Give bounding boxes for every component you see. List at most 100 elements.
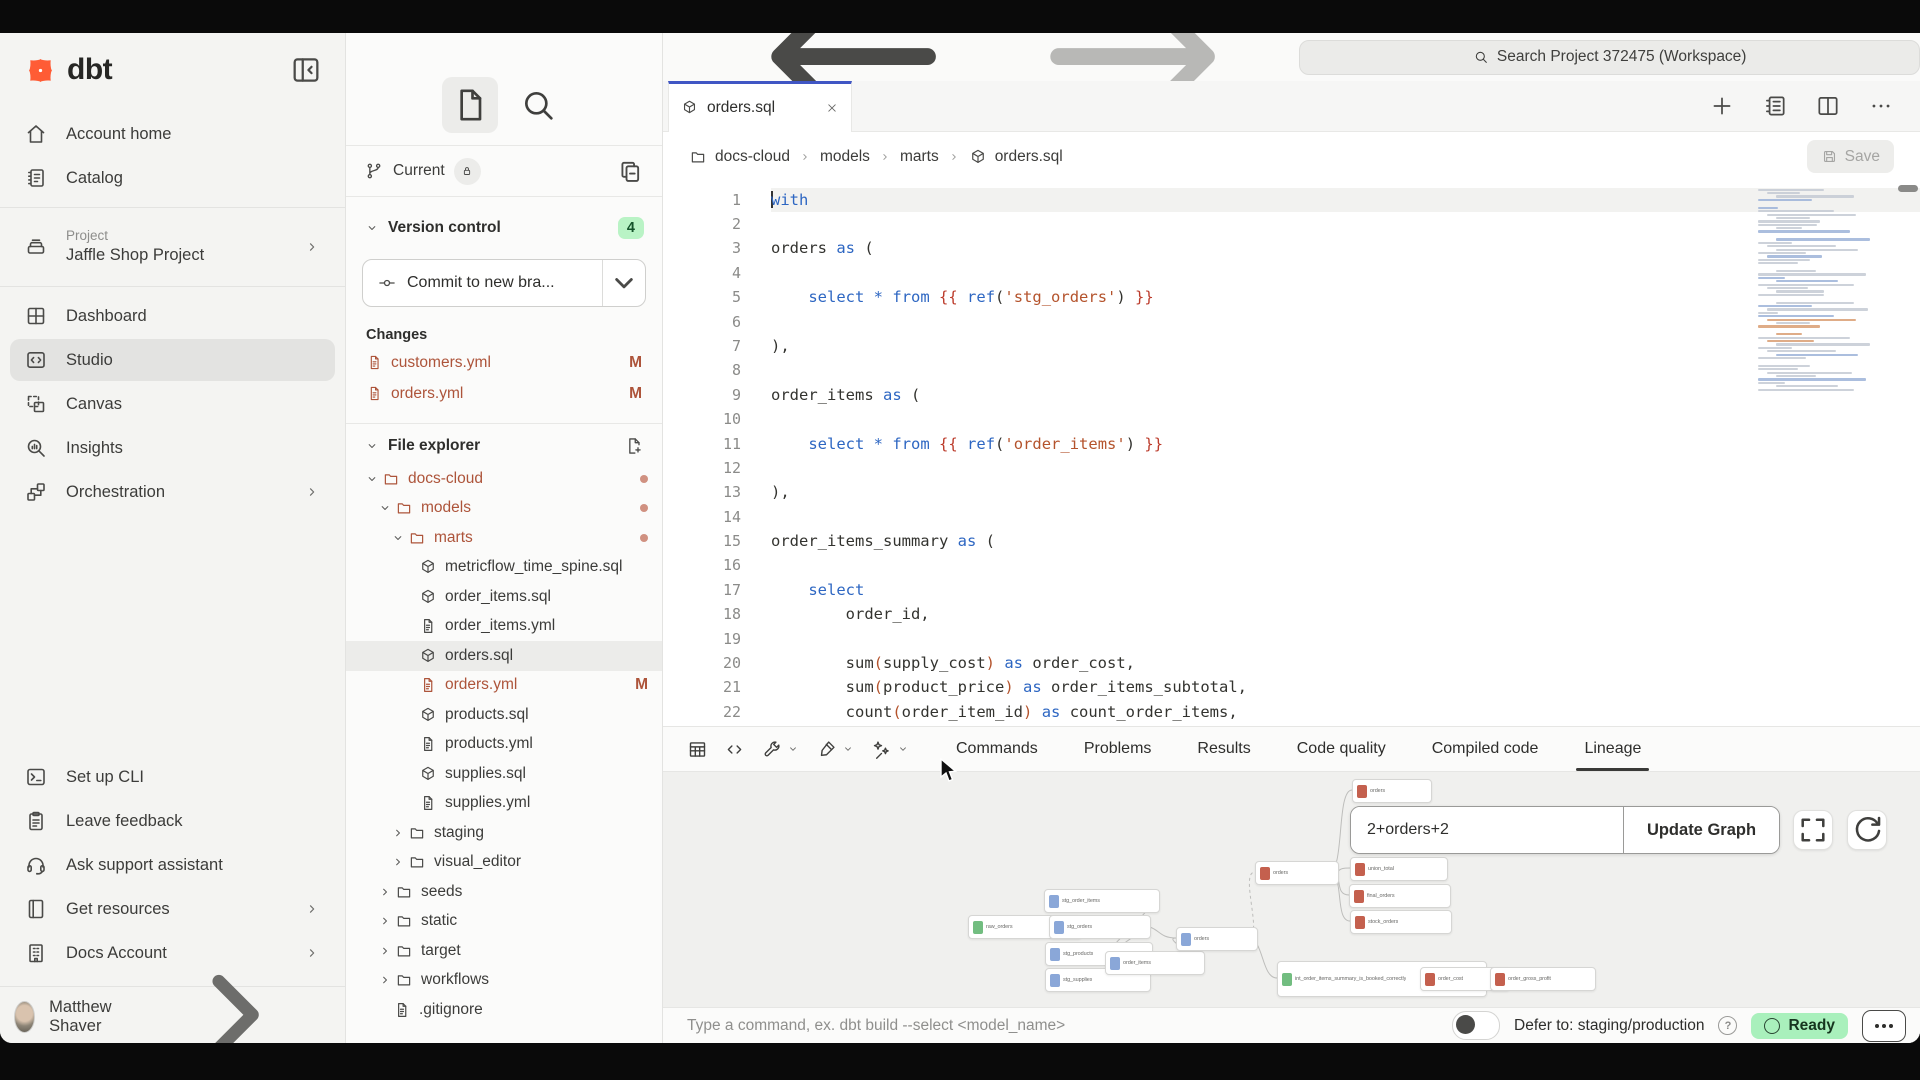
commit-options-button[interactable] <box>602 260 645 306</box>
search-view-button[interactable] <box>510 77 566 133</box>
command-input[interactable] <box>685 1016 1438 1036</box>
code-line[interactable]: 15order_items_summary as ( <box>663 529 1920 553</box>
lineage-node-stg-order-items[interactable]: stg_order_items <box>1044 889 1160 913</box>
tree-item-staging[interactable]: staging <box>346 818 662 848</box>
files-view-button[interactable] <box>442 77 498 133</box>
brush-tool-button[interactable] <box>816 739 855 760</box>
lineage-node-union-total[interactable]: union_total <box>1350 857 1448 881</box>
lineage-selector-input[interactable] <box>1351 807 1623 853</box>
commit-button[interactable]: Commit to new bra... <box>362 259 646 307</box>
code-line[interactable]: 10 <box>663 407 1920 431</box>
code-line[interactable]: 5 select * from {{ ref('stg_orders') }} <box>663 285 1920 309</box>
code-line[interactable]: 2 <box>663 212 1920 236</box>
code-line[interactable]: 6 <box>663 310 1920 334</box>
tree-item-marts[interactable]: marts <box>346 523 662 553</box>
tree-item-target[interactable]: target <box>346 936 662 966</box>
tree-item-visual-editor[interactable]: visual_editor <box>346 848 662 878</box>
tab-orders-sql[interactable]: orders.sql <box>668 81 852 132</box>
sidebar-item-leave-feedback[interactable]: Leave feedback <box>10 800 335 842</box>
lineage-node-final-orders[interactable]: final_orders <box>1349 884 1451 908</box>
tree-item-static[interactable]: static <box>346 907 662 937</box>
copy-branch-button[interactable] <box>616 157 644 185</box>
minimap[interactable] <box>1758 188 1904 392</box>
code-line[interactable]: 11 select * from {{ ref('order_items') }… <box>663 432 1920 456</box>
code-tool-button[interactable] <box>724 739 745 760</box>
lineage-node-stg-orders[interactable]: stg_orders <box>1049 915 1151 939</box>
tree-item-workflows[interactable]: workflows <box>346 966 662 996</box>
wrench-tool-button[interactable] <box>761 739 800 760</box>
tree-item-orders-yml[interactable]: orders.ymlM <box>346 671 662 701</box>
table-tool-button[interactable] <box>687 739 708 760</box>
help-icon[interactable]: ? <box>1718 1016 1737 1035</box>
sidebar-item-account-home[interactable]: Account home <box>10 113 335 155</box>
tree-item-metricflow-time-spine-sql[interactable]: metricflow_time_spine.sql <box>346 553 662 583</box>
panel-tab-commands[interactable]: Commands <box>956 727 1038 771</box>
code-line[interactable]: 21 sum(product_price) as order_items_sub… <box>663 675 1920 699</box>
sidebar-item-orchestration[interactable]: Orchestration <box>10 471 335 513</box>
panel-tab-compiled-code[interactable]: Compiled code <box>1432 727 1539 771</box>
breadcrumb-item[interactable]: docs-cloud <box>715 148 790 166</box>
sidebar-item-studio[interactable]: Studio <box>10 339 335 381</box>
code-editor[interactable]: 1with23orders as (45 select * from {{ re… <box>663 182 1920 727</box>
defer-toggle[interactable] <box>1452 1011 1500 1040</box>
lineage-canvas[interactable]: raw_ordersstg_order_itemsstg_ordersstg_p… <box>663 771 1920 1007</box>
code-line[interactable]: 3orders as ( <box>663 236 1920 260</box>
sparkles-tool-button[interactable] <box>871 739 910 760</box>
tree-item-products-yml[interactable]: products.yml <box>346 730 662 760</box>
code-line[interactable]: 16 <box>663 553 1920 577</box>
sidebar-item-set-up-cli[interactable]: Set up CLI <box>10 756 335 798</box>
code-line[interactable]: 18 order_id, <box>663 602 1920 626</box>
new-file-icon[interactable] <box>624 436 644 456</box>
sidebar-item-jaffle-shop-project[interactable]: ProjectJaffle Shop Project <box>10 216 335 278</box>
code-line[interactable]: 20 sum(supply_cost) as order_cost, <box>663 651 1920 675</box>
tree-item-docs-cloud[interactable]: docs-cloud <box>346 464 662 494</box>
tree-item-supplies-yml[interactable]: supplies.yml <box>346 789 662 819</box>
more-options-icon[interactable] <box>1868 93 1894 119</box>
version-control-header[interactable]: Version control 4 <box>346 197 662 245</box>
code-line[interactable]: 22 count(order_item_id) as count_order_i… <box>663 700 1920 724</box>
tree-item-products-sql[interactable]: products.sql <box>346 700 662 730</box>
changed-file-customers-yml[interactable]: customers.ymlM <box>346 347 662 378</box>
code-line[interactable]: 13), <box>663 480 1920 504</box>
tree-item-seeds[interactable]: seeds <box>346 877 662 907</box>
tree-item-order-items-yml[interactable]: order_items.yml <box>346 612 662 642</box>
new-tab-icon[interactable] <box>1709 93 1735 119</box>
sidebar-item-insights[interactable]: Insights <box>10 427 335 469</box>
tree-item-orders-sql[interactable]: orders.sql <box>346 641 662 671</box>
lineage-node-order-items[interactable]: order_items <box>1105 951 1205 975</box>
panel-tab-lineage[interactable]: Lineage <box>1584 727 1641 771</box>
tree-item-supplies-sql[interactable]: supplies.sql <box>346 759 662 789</box>
tree-item-models[interactable]: models <box>346 494 662 524</box>
lineage-node-order-gross-profit[interactable]: order_gross_profit <box>1490 967 1596 991</box>
close-tab-icon[interactable] <box>825 101 839 115</box>
panel-tab-code-quality[interactable]: Code quality <box>1297 727 1386 771</box>
code-line[interactable]: 9order_items as ( <box>663 383 1920 407</box>
user-menu[interactable]: Matthew Shaver <box>0 991 345 1043</box>
code-line[interactable]: 8 <box>663 358 1920 382</box>
fullscreen-button[interactable] <box>1793 810 1833 850</box>
sidebar-item-dashboard[interactable]: Dashboard <box>10 295 335 337</box>
tree-item-order-items-sql[interactable]: order_items.sql <box>346 582 662 612</box>
code-line[interactable]: 14 <box>663 505 1920 529</box>
panel-tab-problems[interactable]: Problems <box>1084 727 1152 771</box>
lineage-node-orders[interactable]: orders <box>1176 927 1258 951</box>
breadcrumb-item[interactable]: marts <box>900 148 939 166</box>
save-button[interactable]: Save <box>1807 140 1894 173</box>
status-more-button[interactable] <box>1862 1010 1906 1042</box>
collapse-sidebar-button[interactable] <box>289 53 323 87</box>
project-search-bar[interactable]: Search Project 372475 (Workspace) <box>1299 40 1920 75</box>
refresh-graph-button[interactable] <box>1847 810 1887 850</box>
panel-tab-results[interactable]: Results <box>1197 727 1250 771</box>
notebook-icon[interactable] <box>1762 93 1788 119</box>
sidebar-item-catalog[interactable]: Catalog <box>10 157 335 199</box>
code-line[interactable]: 1with <box>663 188 1920 212</box>
code-line[interactable]: 19 <box>663 627 1920 651</box>
changed-file-orders-yml[interactable]: orders.ymlM <box>346 378 662 409</box>
breadcrumb-item[interactable]: orders.sql <box>995 148 1063 166</box>
code-line[interactable]: 7), <box>663 334 1920 358</box>
sidebar-item-canvas[interactable]: Canvas <box>10 383 335 425</box>
update-graph-button[interactable]: Update Graph <box>1623 807 1779 853</box>
sidebar-item-ask-support-assistant[interactable]: Ask support assistant <box>10 844 335 886</box>
breadcrumb-item[interactable]: models <box>820 148 870 166</box>
code-line[interactable]: 17 select <box>663 578 1920 602</box>
